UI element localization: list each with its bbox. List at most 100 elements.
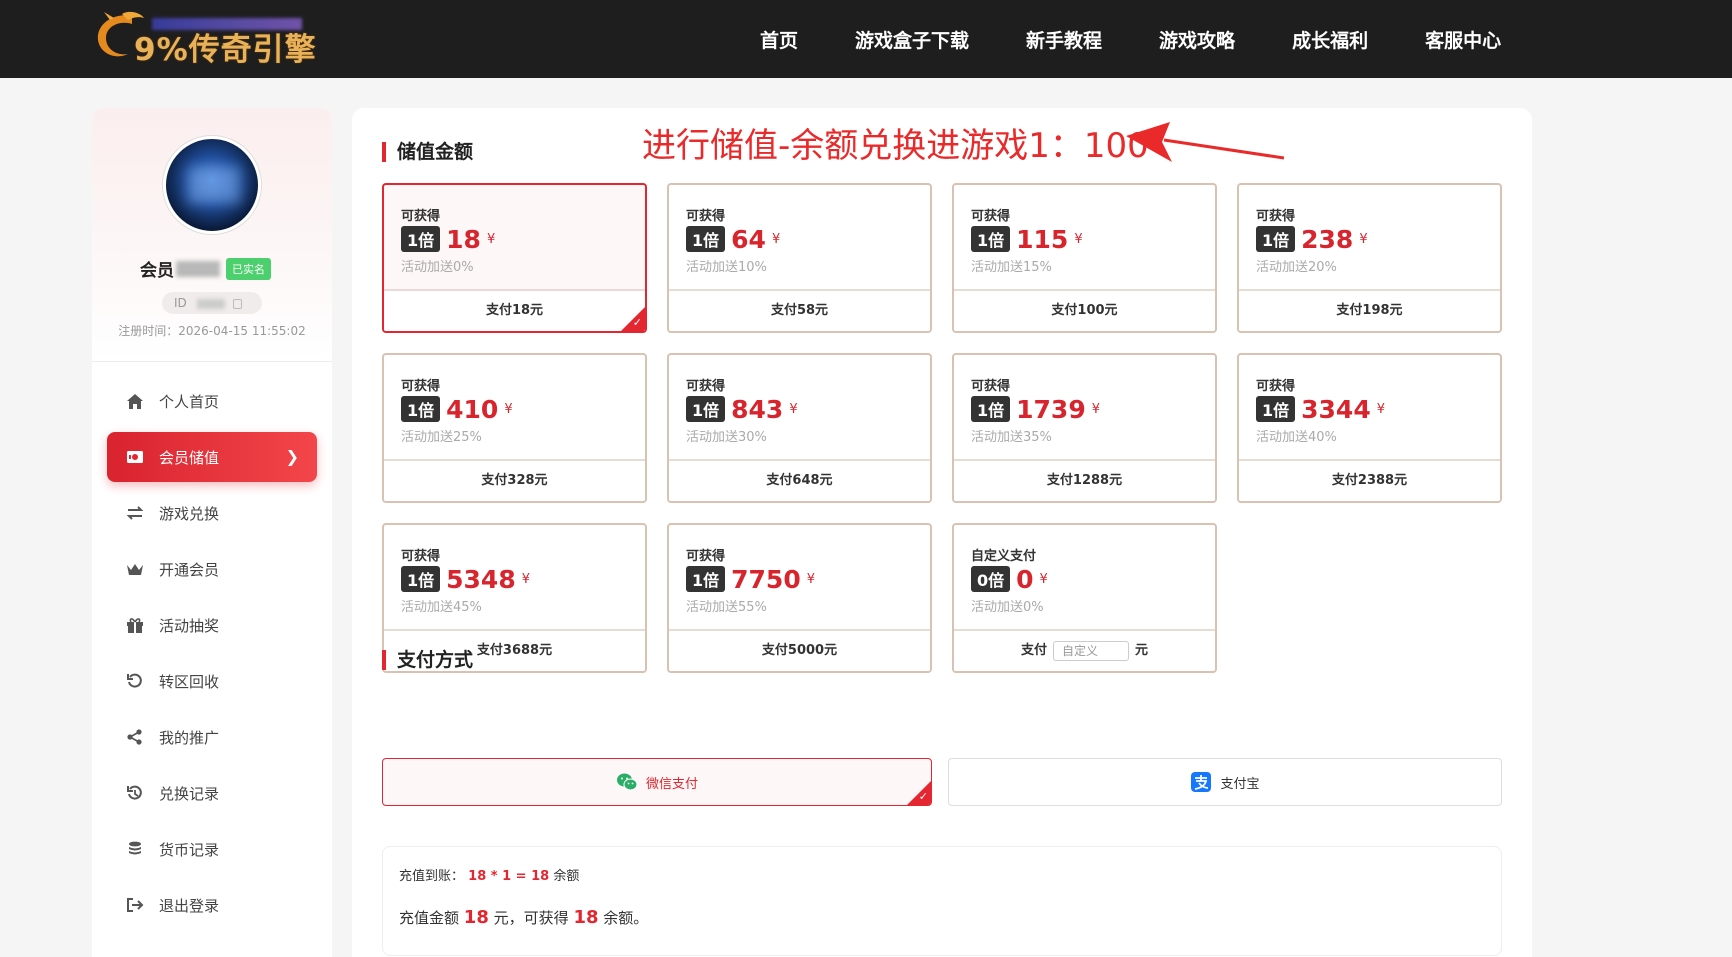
pay-amount: 支付18元 (384, 289, 645, 331)
nav-tutorial[interactable]: 新手教程 (1026, 26, 1102, 53)
amount-value: 3344 (1301, 394, 1371, 424)
amount-value: 64 (731, 224, 766, 254)
summary-suffix: 余额 (553, 869, 580, 884)
card-label: 可获得 (971, 379, 1011, 394)
nav-box-download[interactable]: 游戏盒子下载 (855, 26, 969, 53)
nav-guides[interactable]: 游戏攻略 (1159, 26, 1235, 53)
register-time: 注册时间：2026-04-15 11:55:02 (118, 324, 306, 338)
payment-section-title: 支付方式 (382, 650, 473, 670)
nav-welfare[interactable]: 成长福利 (1292, 26, 1368, 53)
multiplier-badge: 0倍 (971, 566, 1011, 592)
recharge-option-card[interactable]: 可获得 1倍 3344 ¥ 活动加送40% 支付2388元 (1237, 353, 1502, 503)
multiplier-badge: 1倍 (401, 226, 441, 252)
card-label: 可获得 (971, 209, 1011, 224)
card-label: 可获得 (1256, 379, 1296, 394)
recharge-summary: 充值到账： 18 * 1 = 18 余额 充值金额 18 元，可获得 18 余额… (382, 846, 1502, 956)
amount-value: 410 (446, 394, 499, 424)
sidebar-item-exchange[interactable]: 游戏兑换 (107, 488, 317, 538)
wechat-icon (616, 773, 638, 791)
recharge-panel: 储值金额 进行储值-余额兑换进游戏1：100 可获得 1倍 18 ¥ 活动加送0… (352, 108, 1532, 957)
multiplier-badge: 1倍 (1256, 396, 1296, 422)
sidebar-item-promotion[interactable]: 我的推广 (107, 712, 317, 762)
recharge-option-card[interactable]: 可获得 1倍 18 ¥ 活动加送0% 支付18元 ✓ (382, 183, 647, 333)
sidebar-item-lottery[interactable]: 活动抽奖 (107, 600, 317, 650)
card-amount-row: 1倍 7750 ¥ (686, 565, 816, 594)
sidebar-item-label: 退出登录 (159, 896, 220, 915)
pay-amount: 支付5000元 (669, 629, 930, 671)
sidebar-item-label: 我的推广 (159, 728, 220, 747)
copy-icon[interactable] (233, 298, 243, 309)
sidebar-item-logout[interactable]: 退出登录 (107, 880, 317, 930)
bonus-text: 活动加送30% (686, 430, 767, 445)
check-icon: ✓ (918, 790, 928, 803)
currency-symbol: ¥ (806, 571, 816, 587)
sidebar-item-label: 转区回收 (159, 672, 220, 691)
recharge-option-card[interactable]: 可获得 1倍 843 ¥ 活动加送30% 支付648元 (667, 353, 932, 503)
recharge-option-card[interactable]: 可获得 1倍 238 ¥ 活动加送20% 支付198元 (1237, 183, 1502, 333)
recharge-option-card[interactable]: 可获得 1倍 115 ¥ 活动加送15% 支付100元 (952, 183, 1217, 333)
card-amount-row: 1倍 5348 ¥ (401, 565, 530, 594)
chevron-right-icon: ❯ (285, 447, 299, 466)
sidebar-item-recharge[interactable]: 会员储值 ❯ (107, 432, 317, 482)
recharge-option-card[interactable]: 可获得 1倍 1739 ¥ 活动加送35% 支付1288元 (952, 353, 1217, 503)
summary-formula: 充值到账： 18 * 1 = 18 余额 (399, 865, 579, 884)
sidebar-item-label: 货币记录 (159, 840, 220, 859)
custom-recharge-card[interactable]: 自定义支付 0倍 0 ¥ 活动加送0% 支付 自定义元 (952, 523, 1217, 673)
sidebar-item-vip[interactable]: 开通会员 (107, 544, 317, 594)
recharge-option-card[interactable]: 可获得 1倍 64 ¥ 活动加送10% 支付58元 (667, 183, 932, 333)
username-prefix: 会员 (140, 261, 174, 281)
summary-total: 充值金额 18 元，可获得 18 余额。 (399, 907, 648, 928)
sidebar-item-label: 兑换记录 (159, 784, 220, 803)
recharge-option-card[interactable]: 可获得 1倍 7750 ¥ 活动加送55% 支付5000元 (667, 523, 932, 673)
top-header: 9%传奇引擎 首页 游戏盒子下载 新手教程 游戏攻略 成长福利 客服中心 (0, 0, 1732, 78)
recharge-section-title: 储值金额 (382, 142, 473, 162)
multiplier-badge: 1倍 (686, 566, 726, 592)
sidebar-item-currency-history[interactable]: 货币记录 (107, 824, 317, 874)
pay-amount: 支付198元 (1239, 289, 1500, 331)
avatar[interactable] (163, 136, 261, 234)
bonus-text: 活动加送20% (1256, 260, 1337, 275)
bonus-text: 活动加送0% (401, 260, 474, 275)
sidebar-item-exchange-history[interactable]: 兑换记录 (107, 768, 317, 818)
bonus-text: 活动加送25% (401, 430, 482, 445)
wechat-pay-label: 微信支付 (645, 776, 698, 792)
card-label: 可获得 (401, 209, 441, 224)
bonus-text: 活动加送45% (401, 600, 482, 615)
crown-icon (125, 559, 145, 579)
recharge-option-card[interactable]: 可获得 1倍 410 ¥ 活动加送25% 支付328元 (382, 353, 647, 503)
multiplier-badge: 1倍 (971, 396, 1011, 422)
wechat-pay-option[interactable]: 微信支付 ✓ (382, 758, 932, 806)
bonus-text: 活动加送10% (686, 260, 767, 275)
pay-suffix: 元 (1135, 643, 1149, 658)
alipay-label: 支付宝 (1220, 776, 1260, 792)
currency-symbol: ¥ (486, 231, 496, 247)
multiplier-badge: 1倍 (686, 396, 726, 422)
bonus-text: 活动加送0% (971, 600, 1044, 615)
sidebar-item-label: 会员储值 (159, 448, 220, 467)
summary-formula-value: 18 * 1 = 18 (468, 869, 550, 884)
card-amount-row: 1倍 238 ¥ (1256, 225, 1368, 254)
summary-total-value: 18 (573, 907, 599, 928)
nav-support[interactable]: 客服中心 (1425, 26, 1501, 53)
currency-symbol: ¥ (1039, 571, 1048, 587)
sidebar-item-home[interactable]: 个人首页 (107, 376, 317, 426)
history-icon (125, 783, 145, 803)
logo-text: 9%传奇引擎 (134, 32, 317, 68)
summary-total-amount: 18 (463, 907, 489, 928)
nav-home[interactable]: 首页 (760, 26, 798, 53)
custom-amount-input[interactable]: 自定义 (1053, 640, 1129, 661)
sidebar-item-transfer[interactable]: 转区回收 (107, 656, 317, 706)
card-label: 可获得 (401, 549, 441, 564)
user-id: ID (162, 292, 262, 314)
amount-value: 843 (731, 394, 784, 424)
site-logo[interactable]: 9%传奇引擎 (92, 6, 316, 70)
currency-symbol: ¥ (771, 231, 781, 247)
bonus-text: 活动加送55% (686, 600, 767, 615)
alipay-option[interactable]: 支付宝 (948, 758, 1502, 806)
summary-total-prefix: 充值金额 (399, 909, 460, 927)
amount-value: 1739 (1016, 394, 1086, 424)
logout-icon (125, 895, 145, 915)
card-amount-row: 1倍 64 ¥ (686, 224, 781, 254)
summary-total-mid: 元，可获得 (493, 909, 569, 927)
currency-symbol: ¥ (789, 401, 798, 417)
